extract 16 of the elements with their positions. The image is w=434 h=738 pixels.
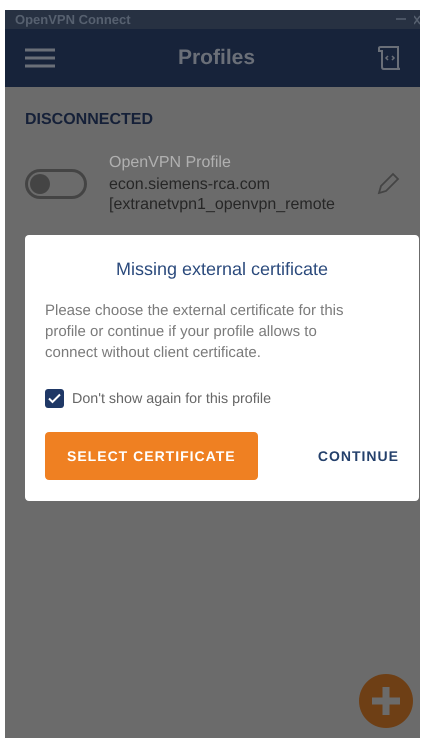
- page-title: Profiles: [178, 46, 256, 70]
- checkbox[interactable]: [45, 389, 64, 408]
- dialog-title: Missing external certificate: [116, 259, 328, 280]
- close-icon[interactable]: [414, 14, 420, 24]
- checkbox-label: Don't show again for this profile: [72, 390, 272, 406]
- profile-name: OpenVPN Profile: [109, 154, 231, 172]
- document-code-icon[interactable]: [378, 45, 402, 71]
- pencil-icon[interactable]: [376, 172, 400, 196]
- dialog-message: Please choose the external certificate for this profile or continue if your profile allows to connect without client certificate.: [45, 301, 344, 363]
- continue-button[interactable]: CONTINUE: [308, 440, 399, 472]
- connection-toggle[interactable]: [25, 169, 87, 199]
- connection-status: DISCONNECTED: [25, 111, 154, 129]
- profile-details: [extranetvpn1_openvpn_remote: [109, 196, 335, 214]
- menu-icon[interactable]: [25, 48, 55, 68]
- profile-server: econ.siemens-rca.com: [109, 176, 270, 194]
- add-button[interactable]: [359, 674, 413, 728]
